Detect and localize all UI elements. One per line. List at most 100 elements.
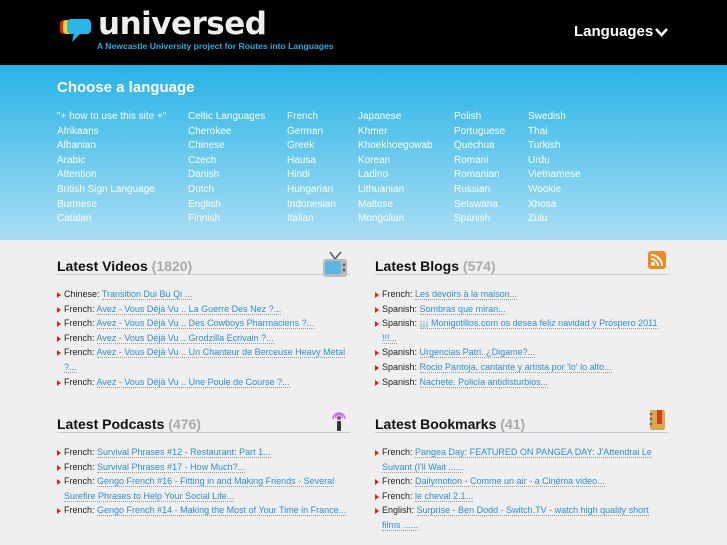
item-link[interactable]: Avez - Vous Déjà Vu .. La Guerre Des Nez… bbox=[96, 303, 282, 315]
item-link[interactable]: ¡¡¡ Monigotillos.com os desea feliz navi… bbox=[382, 318, 658, 344]
section-title[interactable]: Latest Bookmarks bbox=[375, 416, 496, 432]
language-link[interactable]: English bbox=[188, 198, 265, 213]
speech-bubble-logo-icon bbox=[60, 19, 91, 42]
language-link[interactable]: Mongolian bbox=[358, 212, 433, 227]
item-link[interactable]: Nachete. Policía antidisturbios... bbox=[419, 376, 549, 388]
language-link[interactable]: Cherokee bbox=[188, 125, 265, 140]
language-link[interactable]: Finnish bbox=[188, 212, 265, 227]
language-link[interactable]: Lithuanian bbox=[358, 183, 433, 198]
language-link[interactable]: Russian bbox=[454, 183, 505, 198]
language-link[interactable]: Japanese bbox=[358, 110, 433, 125]
language-link[interactable]: Danish bbox=[188, 168, 265, 183]
item-link[interactable]: Surprise - Ben Dodd - Switch.TV - watch … bbox=[382, 505, 649, 531]
language-link[interactable]: British Sign Language bbox=[57, 183, 166, 198]
tv-icon[interactable] bbox=[322, 251, 348, 282]
list-item: Spanish: Rocio Pantoja, cantante y artis… bbox=[375, 360, 668, 375]
section-heading: Latest Podcasts (476) bbox=[57, 403, 350, 433]
item-language: Spanish: bbox=[382, 361, 418, 372]
language-link[interactable]: Swedish bbox=[528, 110, 581, 125]
list-item: French: Avez - Vous Déjà Vu .. La Guerre… bbox=[57, 302, 350, 317]
item-link[interactable]: Les devoirs à la maison... bbox=[415, 289, 518, 300]
item-link[interactable]: Gengo French #14 - Making the Most of Yo… bbox=[97, 505, 347, 517]
language-link[interactable]: Turkish bbox=[528, 139, 581, 154]
item-link[interactable]: le cheval 2.1... bbox=[415, 490, 474, 502]
language-link[interactable]: Romanian bbox=[454, 168, 505, 183]
language-link[interactable]: Maltese bbox=[358, 198, 433, 213]
language-link[interactable]: Greek bbox=[287, 139, 336, 154]
item-link[interactable]: Dailymotion - Comme un air - a Cinéma vi… bbox=[415, 476, 605, 488]
list-item: English: Surprise - Ben Dodd - Switch.TV… bbox=[375, 503, 668, 532]
language-link[interactable]: Arabic bbox=[57, 154, 166, 169]
language-link[interactable]: Polish bbox=[454, 110, 505, 125]
item-link[interactable]: Avez - Vous Déjà Vu .. Un Chanteur de Be… bbox=[64, 347, 346, 373]
rss-icon[interactable] bbox=[648, 251, 666, 272]
podcast-icon[interactable] bbox=[330, 409, 348, 436]
section-title[interactable]: Latest Videos bbox=[57, 258, 148, 274]
language-link[interactable]: Czech bbox=[188, 154, 265, 169]
list-item: French: Survival Phrases #17 - How Much?… bbox=[57, 460, 350, 475]
section-title[interactable]: Latest Blogs bbox=[375, 258, 459, 274]
language-link[interactable]: Urdu bbox=[528, 154, 581, 169]
latest-bookmarks-section: Latest Bookmarks (41) French: Pangea Day:… bbox=[375, 403, 668, 533]
language-link[interactable]: German bbox=[287, 125, 336, 140]
list-item: French: le cheval 2.1... bbox=[375, 489, 668, 504]
list-item: French: Dailymotion - Comme un air - a C… bbox=[375, 474, 668, 489]
item-link[interactable]: Avez - Vous Déjà Vu .. Grodzilla Ecrivai… bbox=[96, 332, 274, 344]
language-link[interactable]: Romani bbox=[454, 154, 505, 169]
language-column: Japanese Khmer Khoekhoegowab Korean Ladino Li… bbox=[358, 110, 433, 227]
bookmark-icon[interactable] bbox=[648, 409, 666, 434]
language-link[interactable]: Portuguese bbox=[454, 125, 505, 140]
list-item: French: Survival Phrases #12 - Restauran… bbox=[57, 445, 350, 460]
language-link[interactable]: Hungarian bbox=[287, 183, 336, 198]
language-link[interactable]: Setswana bbox=[454, 198, 505, 213]
language-link[interactable]: Hausa bbox=[287, 154, 336, 169]
language-link[interactable]: Attention bbox=[57, 168, 166, 183]
item-language: Spanish: bbox=[382, 347, 418, 358]
language-link[interactable]: "+ how to use this site +" bbox=[57, 110, 166, 125]
language-column: Swedish Thai Turkish Urdu Vietnamese Wookie Xh… bbox=[528, 110, 581, 227]
language-link[interactable]: Catalan bbox=[57, 212, 166, 227]
language-link[interactable]: Albanian bbox=[57, 139, 166, 154]
item-link[interactable]: Avez - Vous Déjà Vu .. Une Poule de Cour… bbox=[96, 376, 290, 388]
language-link[interactable]: Chinese bbox=[188, 139, 265, 154]
language-link[interactable]: Spanish bbox=[454, 212, 505, 227]
section-title[interactable]: Latest Podcasts bbox=[57, 416, 164, 432]
language-link[interactable]: Indonesian bbox=[287, 198, 336, 213]
section-heading: Latest Blogs (574) bbox=[375, 245, 668, 275]
item-link[interactable]: Transition Dui Bu Qi ... bbox=[101, 289, 193, 300]
languages-menu-button[interactable]: Languages bbox=[574, 23, 669, 40]
list-item: French: Avez - Vous Déjà Vu .. Grodzilla… bbox=[57, 331, 350, 346]
language-link[interactable]: Khmer bbox=[358, 125, 433, 140]
language-link[interactable]: Ladino bbox=[358, 168, 433, 183]
language-link[interactable]: Hindi bbox=[287, 168, 336, 183]
language-link[interactable]: Quechua bbox=[454, 139, 505, 154]
item-link[interactable]: Avez - Vous Déjà Vu .. Des Cowboys Pharm… bbox=[96, 318, 315, 330]
language-link[interactable]: French bbox=[287, 110, 336, 125]
language-link[interactable]: Zulu bbox=[528, 212, 581, 227]
item-link[interactable]: Sombras que miran... bbox=[419, 303, 506, 315]
item-list: Chinese: Transition Dui Bu Qi ... French:… bbox=[57, 287, 350, 389]
language-link[interactable]: Xhosa bbox=[528, 198, 581, 213]
item-link[interactable]: Urgencias Patri. ¿Digame?... bbox=[419, 347, 536, 359]
language-link[interactable]: Wookie bbox=[528, 183, 581, 198]
item-link[interactable]: Pangea Day: FEATURED ON PANGEA DAY: J'At… bbox=[382, 447, 652, 473]
language-link[interactable]: Burmese bbox=[57, 198, 166, 213]
language-link[interactable]: Celtic Languages bbox=[188, 110, 265, 125]
logo[interactable]: universed A Newcastle University project… bbox=[60, 6, 340, 56]
item-link[interactable]: Gengo French #16 - Fitting in and Making… bbox=[64, 476, 335, 502]
language-link[interactable]: Dutch bbox=[188, 183, 265, 198]
language-link[interactable]: Thai bbox=[528, 125, 581, 140]
list-item: French: Avez - Vous Déjà Vu .. Un Chante… bbox=[57, 345, 350, 374]
list-item: French: Gengo French #16 - Fitting in an… bbox=[57, 474, 350, 503]
item-link[interactable]: Survival Phrases #12 - Restaurant: Part … bbox=[97, 447, 271, 458]
item-language: French: bbox=[64, 318, 95, 329]
section-heading: Latest Videos (1820) bbox=[57, 245, 350, 277]
language-link[interactable]: Vietnamese bbox=[528, 168, 581, 183]
language-link[interactable]: Korean bbox=[358, 154, 433, 169]
list-item: French: Avez - Vous Déjà Vu .. Des Cowbo… bbox=[57, 316, 350, 331]
language-link[interactable]: Afrikaans bbox=[57, 125, 166, 140]
language-link[interactable]: Italian bbox=[287, 212, 336, 227]
item-link[interactable]: Survival Phrases #17 - How Much?... bbox=[97, 461, 246, 473]
item-link[interactable]: Rocio Pantoja, cantante y artista por 'l… bbox=[419, 361, 612, 373]
language-link[interactable]: Khoekhoegowab bbox=[358, 139, 433, 154]
